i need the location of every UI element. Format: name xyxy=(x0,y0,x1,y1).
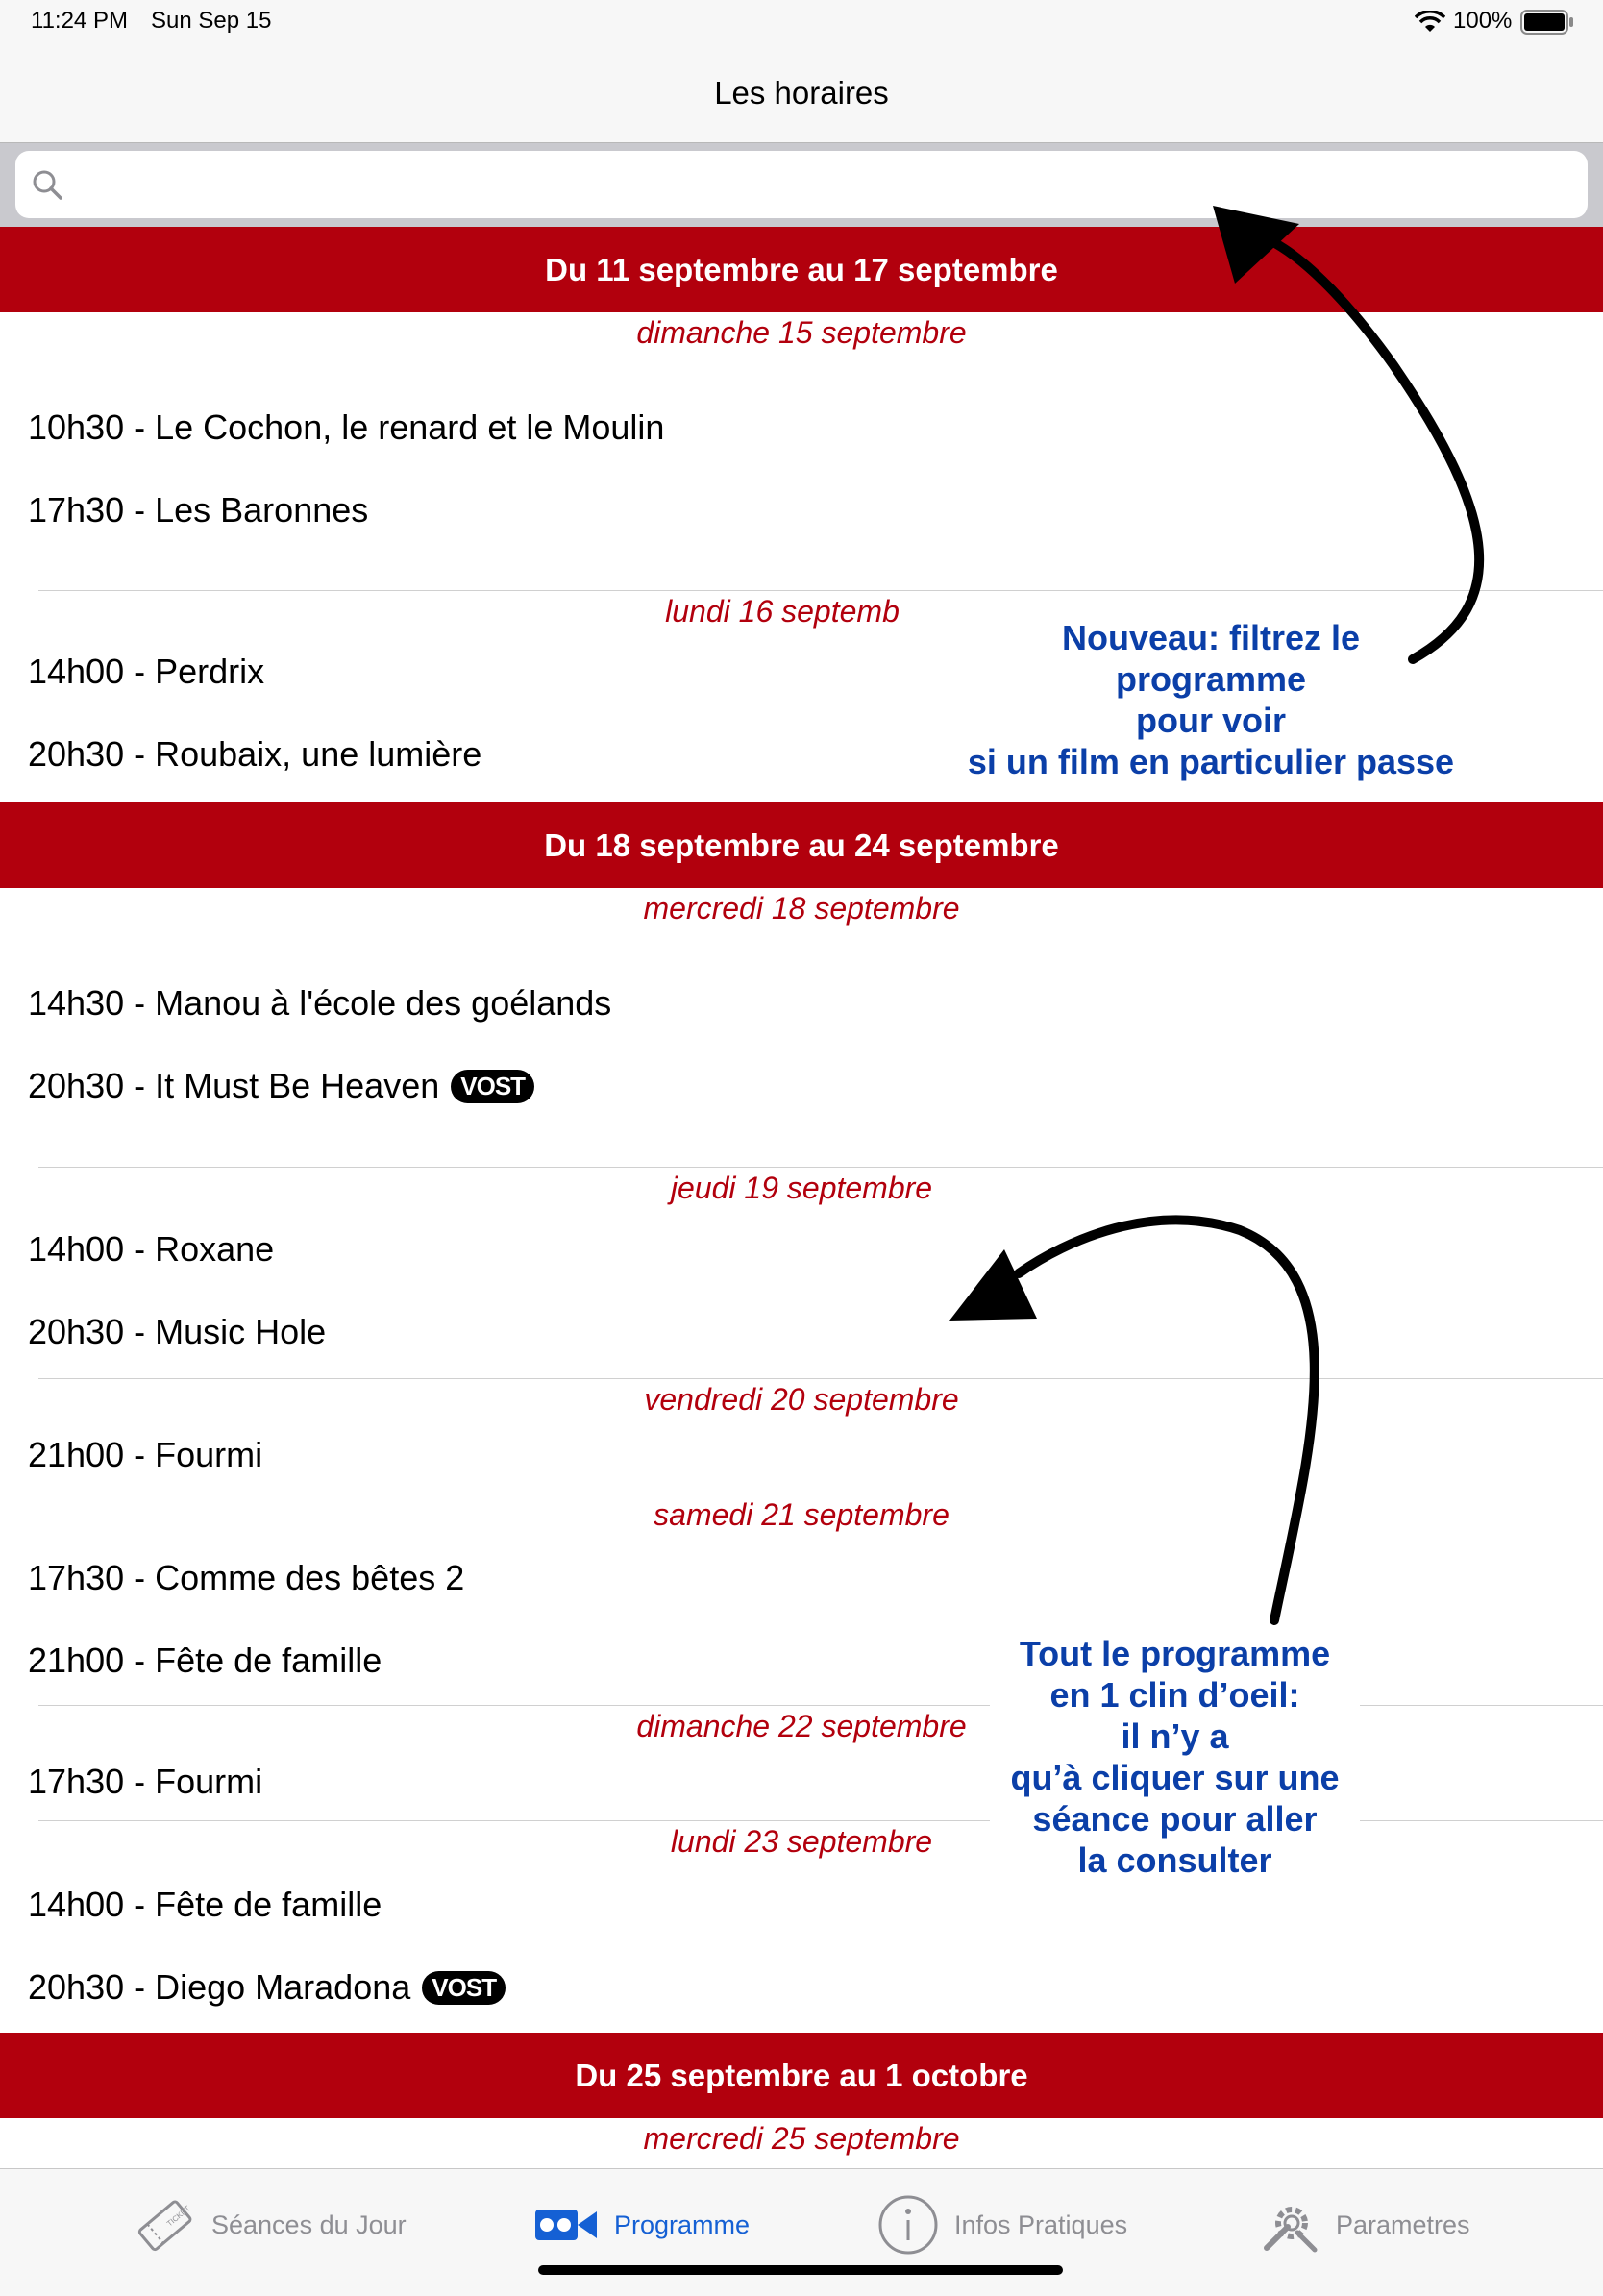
tab-label: Programme xyxy=(614,2210,751,2239)
annotation-line: qu’à cliquer sur une xyxy=(1010,1758,1340,1797)
arrow-to-showtimes xyxy=(1014,1215,1319,1625)
arrowhead xyxy=(949,1249,1037,1321)
annotation-filter: Nouveau: filtrez le programme pour voir … xyxy=(942,617,1480,782)
ticket-icon: TICKET xyxy=(137,2200,192,2252)
annotation-line: il n’y a xyxy=(1121,1716,1229,1756)
tab-infos-pratiques[interactable]: Infos Pratiques xyxy=(877,2195,1128,2255)
annotation-line: la consulter xyxy=(1077,1840,1272,1880)
tab-bar: TICKET Séances du Jour Programme Infos P… xyxy=(0,2168,1603,2296)
annotation-programme: Tout le programme en 1 clin d’oeil: il n… xyxy=(990,1633,1360,1881)
arrow-to-search xyxy=(1254,231,1485,664)
tab-label: Infos Pratiques xyxy=(954,2210,1128,2239)
home-indicator xyxy=(538,2265,1063,2275)
camera-icon xyxy=(535,2210,597,2240)
annotation-line: séance pour aller xyxy=(1032,1799,1318,1839)
annotation-line: programme xyxy=(1115,659,1307,699)
annotation-arrows xyxy=(949,206,1485,1625)
annotation-line: en 1 clin d’oeil: xyxy=(1049,1675,1300,1715)
annotation-line: pour voir xyxy=(1135,701,1286,740)
tab-label: Séances du Jour xyxy=(211,2210,407,2239)
info-icon xyxy=(878,2195,938,2255)
tab-seances-du-jour[interactable]: TICKET Séances du Jour xyxy=(133,2196,407,2254)
tools-icon xyxy=(1264,2207,1318,2253)
tab-parametres[interactable]: Parametres xyxy=(1259,2196,1470,2254)
annotation-line: si un film en particulier passe xyxy=(967,742,1455,781)
annotation-line: Nouveau: filtrez le xyxy=(1061,618,1361,657)
annotation-line: Tout le programme xyxy=(1019,1634,1331,1673)
tab-label: Parametres xyxy=(1336,2210,1470,2239)
tab-programme[interactable]: Programme xyxy=(535,2196,750,2254)
